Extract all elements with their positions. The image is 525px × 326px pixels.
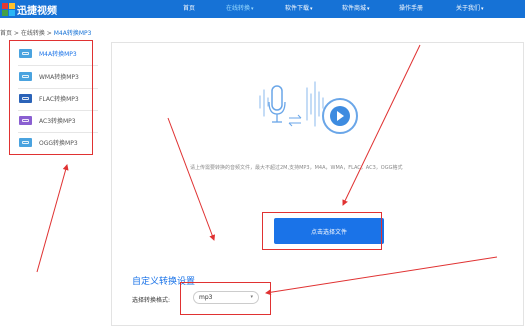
nav-item-label: 关于我们: [456, 5, 481, 12]
nav-item-software-store[interactable]: 软件商城▾: [342, 0, 370, 18]
logo-text: 迅捷视频: [17, 5, 57, 17]
annotation-arrow: [36, 164, 69, 273]
nav-item-about[interactable]: 关于我们▾: [456, 0, 484, 18]
nav-item-home[interactable]: 首页: [183, 0, 195, 18]
chevron-down-icon: ▾: [251, 6, 254, 12]
chevron-down-icon: ▾: [481, 6, 484, 12]
upload-hint-text: 请上传需要转换的音频文件，最大不超过2M,支持MP3，M4A，WMA，FLAC，…: [190, 165, 403, 171]
nav-item-software-download[interactable]: 软件下载▾: [285, 0, 313, 18]
logo[interactable]: 迅捷视频: [2, 1, 57, 17]
breadcrumb-section-link[interactable]: 在线转换: [21, 30, 45, 37]
breadcrumb-separator: >: [44, 30, 54, 37]
audio-convert-illustration-icon: [259, 81, 358, 134]
annotation-box-format-select: [180, 282, 271, 315]
breadcrumb-current: M4A转换MP3: [53, 30, 92, 37]
chevron-down-icon: ▾: [310, 6, 313, 12]
annotation-box-upload-button: [262, 212, 382, 250]
breadcrumb-home-link[interactable]: 首页: [0, 30, 12, 37]
nav-item-manual[interactable]: 操作手册: [399, 0, 423, 18]
nav-item-online-convert[interactable]: 在线转换▾: [226, 0, 254, 18]
logo-mark-icon: [2, 2, 15, 16]
nav-item-label: 首页: [183, 5, 196, 12]
breadcrumb: 首页 > 在线转换 > M4A转换MP3: [0, 28, 91, 37]
annotation-box-sidebar: [9, 40, 93, 155]
nav-item-label: 在线转换: [226, 5, 251, 12]
nav-item-label: 操作手册: [399, 5, 424, 12]
top-nav-bar: 迅捷视频 首页 在线转换▾ 软件下载▾ 软件商城▾ 操作手册 关于我们▾: [0, 0, 525, 18]
chevron-down-icon: ▾: [367, 6, 370, 12]
nav-item-label: 软件下载: [285, 5, 310, 12]
nav-item-label: 软件商城: [342, 5, 367, 12]
breadcrumb-separator: >: [12, 30, 21, 37]
format-label: 选择转换格式:: [132, 297, 171, 304]
